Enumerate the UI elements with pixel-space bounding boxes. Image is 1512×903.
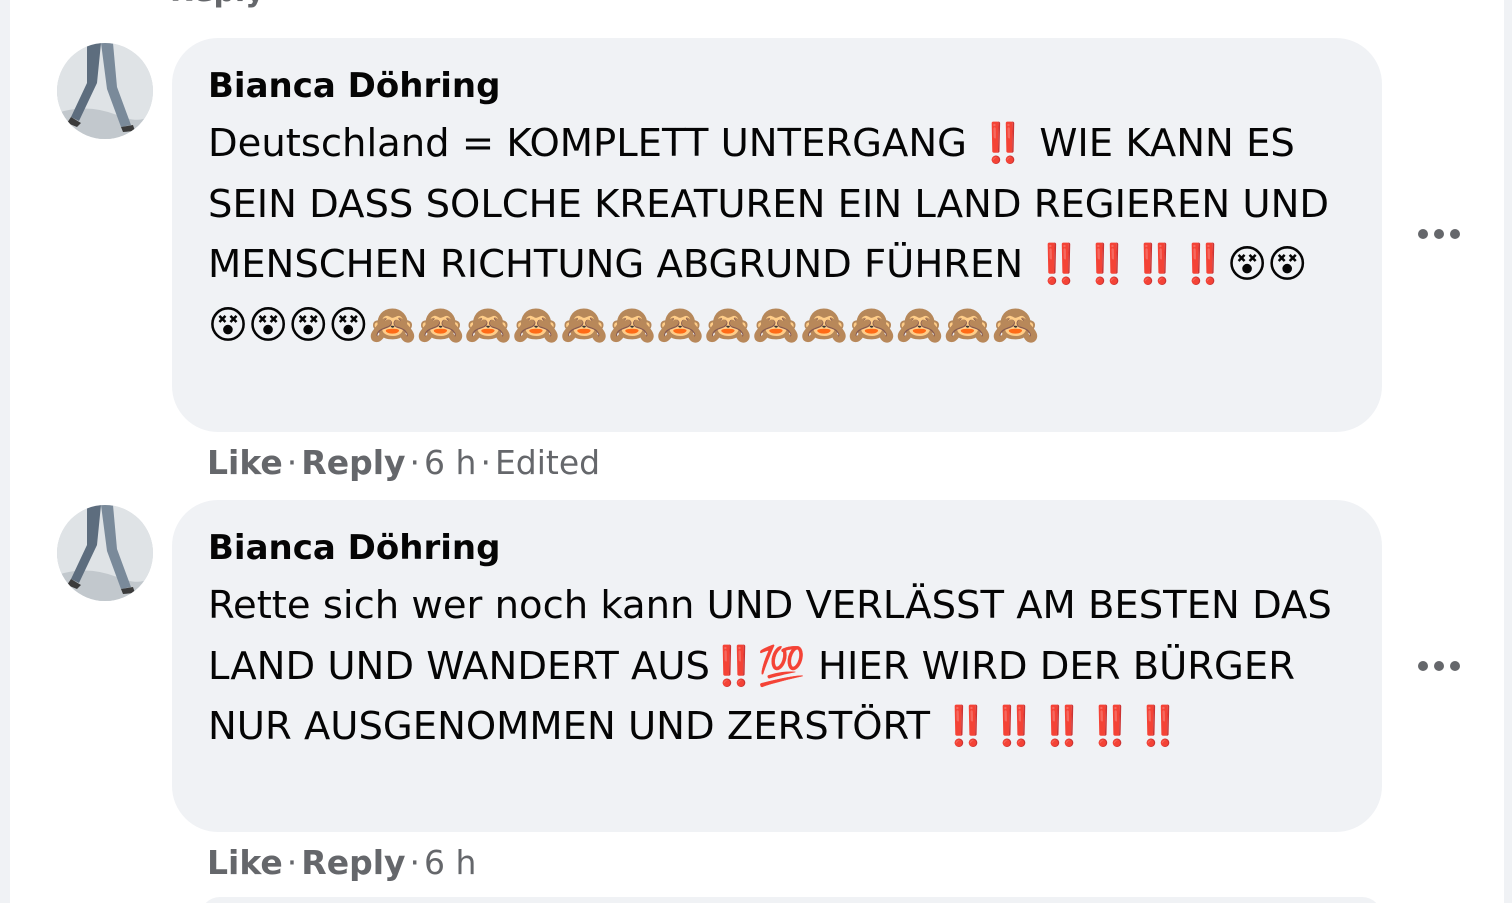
comment-thread: Reply Bianca Döhring Deutschland = KOMPL…	[0, 0, 1512, 903]
comment-actions: Like · Reply · 6 h	[207, 843, 476, 883]
comment-timestamp[interactable]: 6 h	[424, 843, 476, 882]
separator-dot: ·	[286, 443, 298, 482]
separator-dot: ·	[409, 443, 421, 482]
reply-button[interactable]: Reply	[301, 443, 405, 482]
separator-dot: ·	[409, 843, 421, 882]
comment-bubble: Bianca Döhring Rette sich wer noch kann …	[172, 500, 1382, 832]
separator-dot: ·	[286, 843, 298, 882]
comment-text: Deutschland = KOMPLETT UNTERGANG ‼️ WIE …	[208, 121, 1330, 348]
separator-dot: ·	[480, 443, 491, 482]
comment-author[interactable]: Bianca Döhring	[208, 62, 1346, 110]
more-options-button[interactable]	[1415, 654, 1463, 678]
next-comment-bubble	[200, 897, 1382, 903]
reply-button[interactable]: Reply	[301, 843, 405, 882]
left-edge	[0, 0, 10, 903]
comment-actions: Like · Reply · 6 h · Edited	[207, 443, 600, 483]
avatar-photo-icon	[57, 505, 153, 601]
like-button[interactable]: Like	[207, 843, 283, 882]
comment-author[interactable]: Bianca Döhring	[208, 524, 1346, 572]
like-button[interactable]: Like	[207, 443, 283, 482]
comment-text: Rette sich wer noch kann UND VERLÄSST AM…	[208, 583, 1332, 749]
more-options-icon	[1418, 661, 1460, 671]
comment-timestamp[interactable]: 6 h	[424, 443, 476, 482]
previous-reply-link[interactable]: Reply	[170, 0, 265, 9]
avatar-photo-icon	[57, 43, 153, 139]
comment-bubble: Bianca Döhring Deutschland = KOMPLETT UN…	[172, 38, 1382, 432]
right-edge	[1504, 0, 1512, 903]
more-options-icon	[1418, 229, 1460, 239]
more-options-button[interactable]	[1415, 222, 1463, 246]
avatar[interactable]	[57, 43, 153, 139]
avatar[interactable]	[57, 505, 153, 601]
edited-label[interactable]: Edited	[495, 443, 600, 482]
